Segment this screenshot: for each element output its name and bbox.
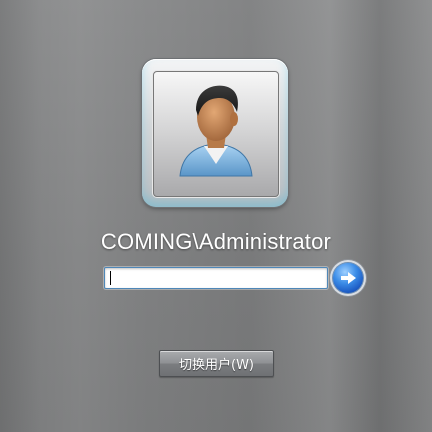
user-name: COMING\Administrator	[100, 229, 332, 254]
text-cursor	[110, 271, 111, 285]
switch-user-button[interactable]: 切换用户(W)	[159, 350, 274, 377]
password-input[interactable]	[104, 267, 328, 289]
submit-arrow-button[interactable]	[333, 263, 363, 293]
user-avatar-icon	[153, 71, 279, 197]
user-tile	[142, 59, 288, 207]
arrow-right-icon	[333, 263, 363, 293]
